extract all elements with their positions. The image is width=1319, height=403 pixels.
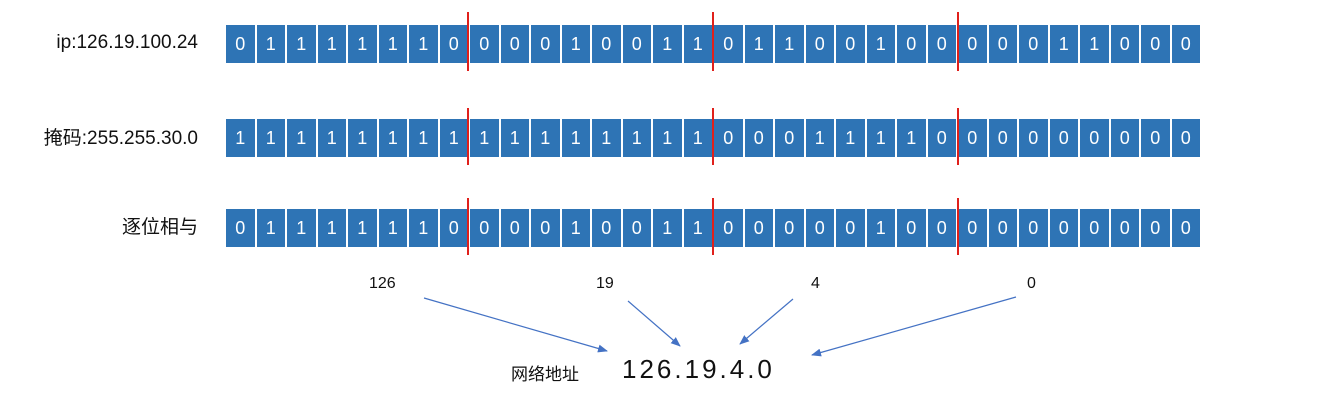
- octet-separators: [467, 12, 959, 255]
- arrows: [423, 296, 1017, 357]
- arrow-octet-4: [811, 296, 1017, 357]
- arrow-octet-2: [627, 300, 681, 347]
- diagram-overlay: [423, 12, 1017, 357]
- arrow-octet-1: [423, 297, 608, 353]
- arrow-octet-3: [739, 298, 794, 345]
